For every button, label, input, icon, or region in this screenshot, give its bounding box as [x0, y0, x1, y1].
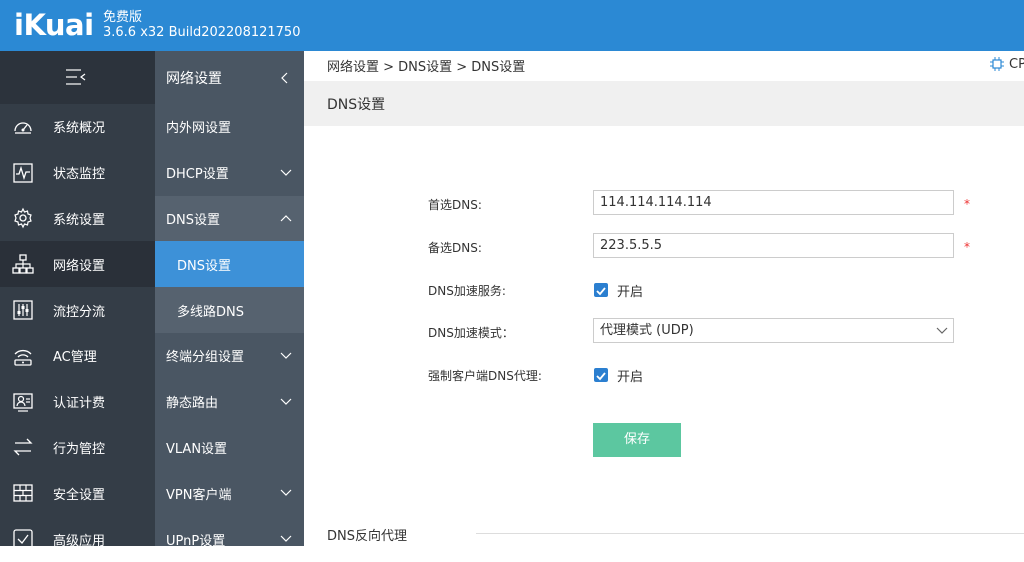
required-mark: * [964, 240, 970, 254]
force-dns-proxy-checkbox[interactable] [594, 368, 608, 382]
subnav-item-label: 多线路DNS [177, 304, 244, 320]
sliders-icon [12, 299, 34, 321]
sidebar-item-ac[interactable]: AC管理 [0, 333, 155, 379]
subnav-item-dns-group[interactable]: DNS设置 [155, 195, 304, 242]
sidebar-item-auth[interactable]: 认证计费 [0, 379, 155, 425]
subnav-item-terminal-group[interactable]: 终端分组设置 [155, 333, 304, 379]
sidebar-item-network[interactable]: 网络设置 [0, 241, 155, 288]
cpu-indicator[interactable]: CP [989, 56, 1024, 72]
chevron-down-icon [280, 169, 292, 176]
primary-dns-label: 首选DNS: [428, 198, 482, 212]
checkbox-app-icon [12, 528, 34, 550]
sidebar-item-monitor[interactable]: 状态监控 [0, 150, 155, 196]
checkmark-icon [596, 287, 606, 296]
page-title-bar: DNS设置 [304, 81, 1024, 126]
sidebar-item-label: 系统设置 [53, 212, 106, 228]
subnav-item-label: VLAN设置 [166, 441, 228, 457]
sidebar-item-advanced[interactable]: 高级应用 [0, 516, 155, 562]
subnav-item-label: DNS设置 [166, 212, 220, 228]
subnav-item-static-route[interactable]: 静态路由 [155, 379, 304, 425]
secondary-dns-input[interactable]: 223.5.5.5 [593, 233, 954, 258]
primary-sidebar: 系统概况 状态监控 系统设置 网络设置 流控分流 AC管理 认证计费 行为管控 … [0, 51, 155, 549]
dashboard-icon [12, 116, 34, 138]
breadcrumb: 网络设置 > DNS设置 > DNS设置 [327, 60, 526, 75]
page-title: DNS设置 [327, 97, 386, 113]
subnav-item-dhcp[interactable]: DHCP设置 [155, 150, 304, 196]
subnav-item-label: 静态路由 [166, 396, 219, 412]
edition-label: 免费版 [103, 10, 143, 25]
chevron-left-icon[interactable] [281, 72, 288, 84]
menu-collapse-icon[interactable] [64, 68, 86, 86]
top-header: iKuai 免费版 3.6.6 x32 Build202208121750 [0, 0, 1024, 51]
chevron-down-icon [280, 352, 292, 359]
subnav-item-vpn-client[interactable]: VPN客户端 [155, 470, 304, 516]
subnav-item-dns-settings[interactable]: DNS设置 [155, 241, 304, 288]
version-label: 3.6.6 x32 Build202208121750 [103, 25, 301, 40]
chevron-up-icon [280, 215, 292, 222]
dns-accel-service-checkbox[interactable] [594, 283, 608, 297]
subnav-item-label: 终端分组设置 [166, 350, 245, 366]
monitor-pulse-icon [12, 162, 34, 184]
dns-accel-service-text: 开启 [617, 285, 644, 300]
ikuai-logo: iKuai [14, 8, 94, 42]
secondary-sidebar: 网络设置 内外网设置 DHCP设置 DNS设置 DNS设置 多线路DNS 终端分… [155, 51, 304, 549]
sidebar-item-system[interactable]: 系统设置 [0, 196, 155, 242]
sidebar-item-behavior[interactable]: 行为管控 [0, 425, 155, 471]
sidebar-item-label: 系统概况 [53, 121, 106, 137]
sidebar-item-label: 安全设置 [53, 487, 106, 503]
force-dns-proxy-label: 强制客户端DNS代理: [428, 369, 542, 383]
sidebar-item-security[interactable]: 安全设置 [0, 470, 155, 516]
primary-dns-input[interactable]: 114.114.114.114 [593, 190, 954, 215]
checkmark-icon [596, 372, 606, 381]
user-id-icon [12, 391, 34, 413]
secondary-dns-label: 备选DNS: [428, 241, 482, 255]
subnav-item-upnp[interactable]: UPnP设置 [155, 516, 304, 562]
wifi-icon [12, 345, 34, 367]
swap-arrows-icon [12, 436, 34, 458]
subnav-item-label: 内外网设置 [166, 121, 232, 137]
force-dns-proxy-text: 开启 [617, 370, 644, 385]
sidebar-item-label: 认证计费 [53, 396, 106, 412]
dns-accel-mode-select[interactable]: 代理模式 (UDP) [593, 318, 954, 343]
subnav-item-label: DNS设置 [177, 258, 231, 274]
dns-accel-mode-label: DNS加速模式： [428, 326, 514, 340]
chevron-down-icon [280, 489, 292, 497]
subnav-item-label: DHCP设置 [166, 167, 229, 183]
subnav-item-lan-wan[interactable]: 内外网设置 [155, 104, 304, 150]
cpu-chip-icon [990, 57, 1004, 71]
sidebar-item-label: 状态监控 [53, 167, 106, 183]
chevron-down-icon [280, 535, 292, 542]
dns-reverse-proxy-title: DNS反向代理 [327, 529, 407, 544]
cpu-label: CP [1009, 56, 1024, 72]
chevron-down-icon [936, 327, 948, 334]
menu-toggle[interactable] [0, 51, 155, 104]
save-button[interactable]: 保存 [593, 423, 681, 457]
sidebar-item-label: 网络设置 [53, 258, 106, 274]
subnav-item-multiline-dns[interactable]: 多线路DNS [155, 287, 304, 333]
chevron-down-icon [280, 398, 292, 405]
sidebar-item-flow-control[interactable]: 流控分流 [0, 287, 155, 333]
section-divider [476, 533, 1024, 534]
dns-accel-service-label: DNS加速服务: [428, 284, 506, 298]
dns-accel-mode-value: 代理模式 (UDP) [600, 323, 694, 338]
subnav-title: 网络设置 [166, 70, 222, 87]
sidebar-item-label: 行为管控 [53, 441, 106, 457]
subnav-item-vlan[interactable]: VLAN设置 [155, 425, 304, 471]
subnav-item-label: VPN客户端 [166, 487, 232, 503]
required-mark: * [964, 197, 970, 211]
sidebar-item-overview[interactable]: 系统概况 [0, 104, 155, 150]
sidebar-item-label: AC管理 [53, 350, 97, 366]
network-topology-icon [12, 253, 34, 275]
subnav-header[interactable]: 网络设置 [155, 51, 304, 104]
gear-icon [12, 207, 34, 229]
firewall-icon [12, 482, 34, 504]
sidebar-item-label: 流控分流 [53, 304, 106, 320]
